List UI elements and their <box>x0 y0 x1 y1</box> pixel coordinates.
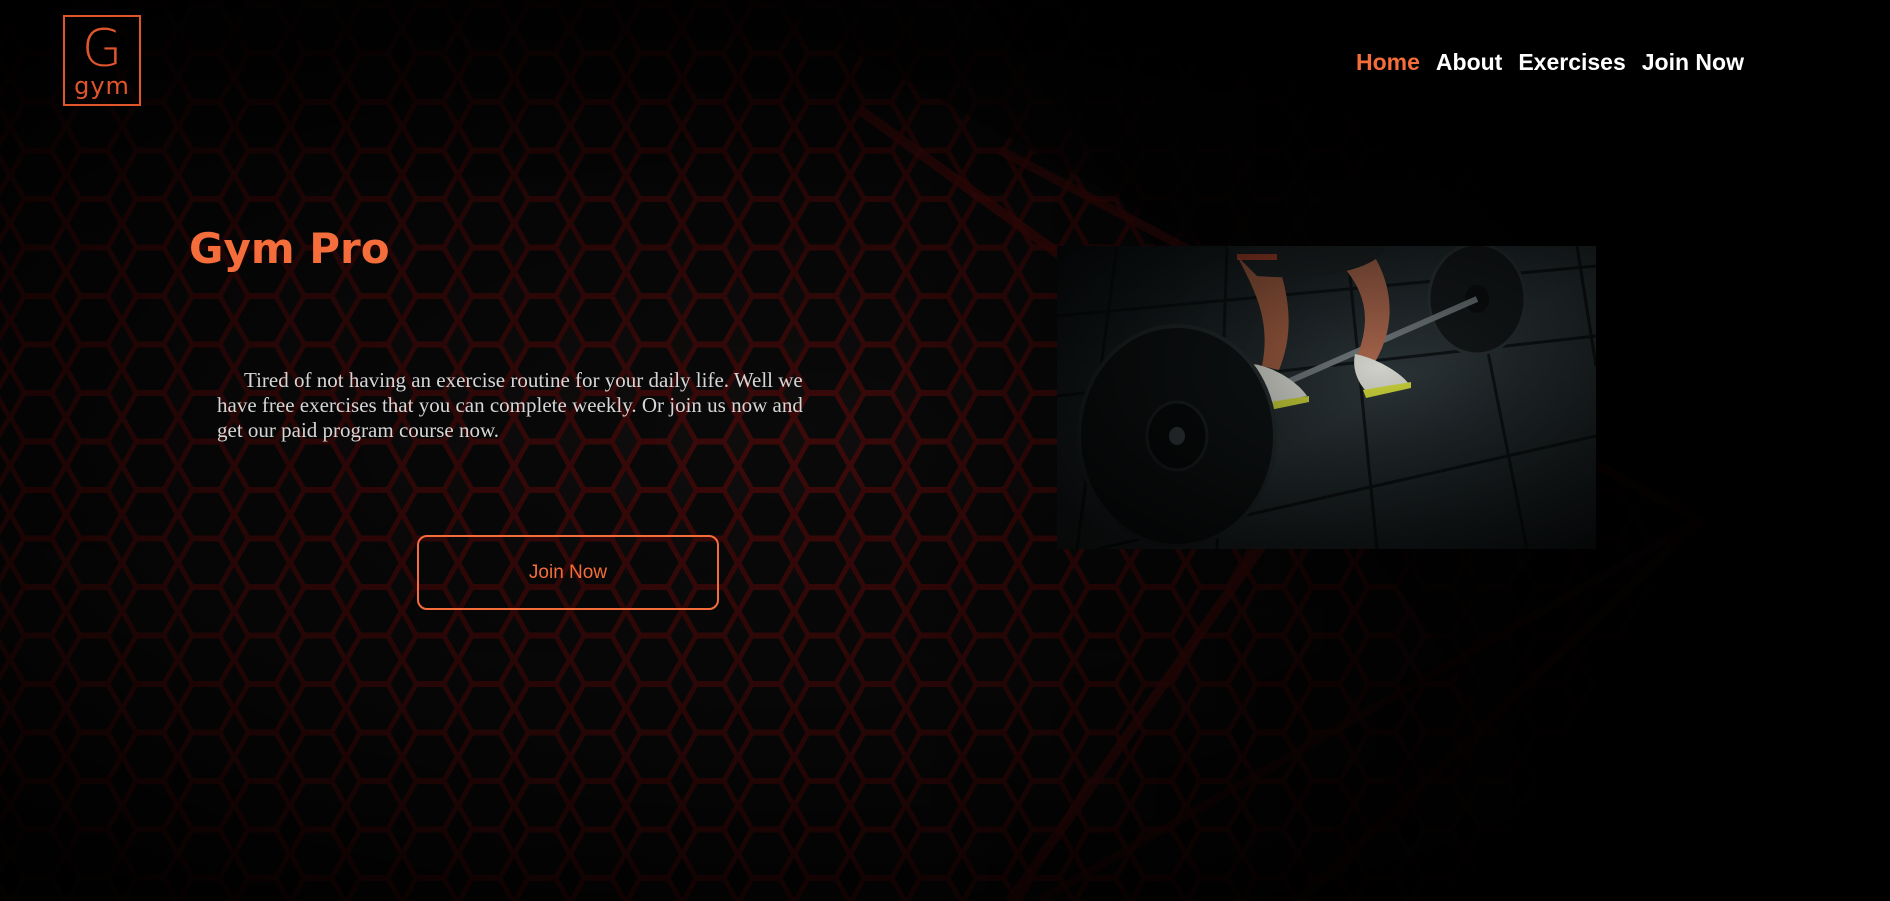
main-nav: Home About Exercises Join Now <box>1356 49 1744 76</box>
barbell-deadlift-photo-icon <box>1057 246 1596 549</box>
nav-item-join-now[interactable]: Join Now <box>1642 49 1744 76</box>
nav-item-about[interactable]: About <box>1436 49 1502 76</box>
logo-word: gym <box>74 72 130 100</box>
nav-item-exercises[interactable]: Exercises <box>1518 49 1625 76</box>
hero-image <box>1057 246 1596 549</box>
hero-title: Gym Pro <box>189 224 390 273</box>
nav-item-home[interactable]: Home <box>1356 49 1420 76</box>
join-now-button[interactable]: Join Now <box>417 535 719 610</box>
page: G gym Home About Exercises Join Now Gym … <box>0 0 1890 901</box>
hexagon-background <box>0 0 1890 901</box>
hero-description: Tired of not having an exercise routine … <box>217 368 803 442</box>
logo-letter: G <box>81 19 123 79</box>
gym-logo[interactable]: G gym <box>63 15 141 106</box>
